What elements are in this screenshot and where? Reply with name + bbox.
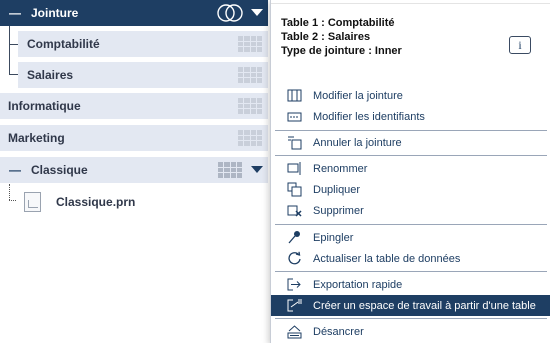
table-grid-icon [238, 67, 262, 83]
duplicate-icon [287, 182, 302, 197]
menu-item-actualiser[interactable]: Actualiser la table de données [271, 248, 550, 269]
menu-item-label: Exportation rapide [313, 278, 403, 291]
quick-export-icon [287, 278, 301, 291]
menu-item-label: Désancrer [313, 325, 364, 338]
menu-item-epingler[interactable]: Epingler [271, 227, 550, 248]
tree-connector [9, 184, 10, 200]
refresh-icon [288, 251, 301, 265]
tree-item-jointure[interactable]: — Jointure [0, 0, 268, 26]
menu-item-renommer[interactable]: Renommer [271, 158, 550, 179]
tree-item-marketing[interactable]: Marketing [0, 125, 268, 151]
menu-item-exportation-rapide[interactable]: Exportation rapide [271, 274, 550, 295]
menu-separator [275, 130, 547, 131]
tree-item-salaires[interactable]: Salaires [18, 62, 268, 88]
join-info-table2: Table 2 : Salaires [281, 31, 371, 43]
menu-item-desancrer[interactable]: Désancrer [271, 321, 550, 342]
tree-item-label: Marketing [8, 131, 65, 145]
menu-item-annuler-jointure[interactable]: Annuler la jointure [271, 132, 550, 153]
chevron-down-icon[interactable] [251, 9, 263, 16]
delete-icon [287, 205, 302, 217]
context-menu: Table 1 : Comptabilité Table 2 : Salaire… [270, 0, 550, 343]
menu-separator [275, 318, 547, 319]
menu-item-label: Actualiser la table de données [313, 252, 461, 265]
table-grid-icon [238, 98, 262, 114]
table-grid-icon [238, 36, 262, 52]
menu-item-dupliquer[interactable]: Dupliquer [271, 179, 550, 200]
file-label: Classique.prn [56, 195, 136, 209]
menu-item-label: Renommer [313, 162, 368, 175]
cancel-join-icon [288, 136, 302, 150]
menu-separator [275, 271, 547, 272]
menu-item-modifier-jointure[interactable]: Modifier la jointure [271, 85, 550, 106]
tree-connector [9, 74, 18, 75]
rename-icon [287, 162, 301, 175]
tree-item-label: Comptabilité [27, 37, 100, 51]
edit-identifiers-icon [287, 112, 302, 122]
info-button[interactable]: i [509, 36, 531, 54]
join-info: Table 1 : Comptabilité Table 2 : Salaire… [281, 16, 402, 58]
menu-item-modifier-identifiants[interactable]: Modifier les identifiants [271, 106, 550, 127]
tree-item-label: Salaires [27, 68, 74, 82]
tree-connector [9, 26, 10, 74]
tree-item-file[interactable]: Classique.prn [24, 190, 135, 214]
edit-join-icon [287, 89, 302, 102]
collapse-icon[interactable]: — [9, 163, 21, 177]
menu-item-label: Modifier la jointure [313, 89, 403, 102]
chevron-down-icon[interactable] [251, 166, 263, 173]
menu-item-label: Dupliquer [313, 183, 361, 196]
table-grid-icon [218, 162, 242, 178]
create-workspace-icon [287, 299, 302, 312]
join-venn-icon [217, 4, 243, 22]
tree-item-informatique[interactable]: Informatique [0, 93, 268, 119]
tree-connector [9, 200, 16, 201]
collapse-icon[interactable]: — [9, 6, 21, 20]
file-icon [24, 192, 41, 212]
table-grid-icon [238, 130, 262, 146]
menu-item-supprimer[interactable]: Supprimer [271, 200, 550, 221]
menu-item-label: Epingler [313, 231, 354, 244]
menu-separator [275, 224, 547, 225]
undock-icon [287, 325, 302, 339]
menu-item-label: Modifier les identifiants [313, 110, 425, 123]
menu-item-label: Annuler la jointure [313, 136, 402, 149]
join-info-type: Type de jointure : Inner [281, 45, 402, 57]
tree-panel: — Jointure Comptabilité Salaires Informa… [0, 0, 274, 343]
pin-icon [288, 231, 300, 244]
tree-item-label: Classique [31, 163, 88, 177]
tree-connector [9, 44, 18, 45]
tree-item-label: Informatique [8, 99, 81, 113]
menu-item-label: Supprimer [313, 204, 364, 217]
menu-top-border [271, 0, 550, 4]
join-info-table1: Table 1 : Comptabilité [281, 17, 395, 29]
menu-item-label: Créer un espace de travail à partir d'un… [313, 299, 536, 312]
menu-item-creer-espace-travail[interactable]: Créer un espace de travail à partir d'un… [271, 295, 550, 316]
tree-item-label: Jointure [31, 6, 79, 20]
tree-item-comptabilite[interactable]: Comptabilité [18, 31, 268, 57]
menu-separator [275, 155, 547, 156]
tree-item-classique[interactable]: — Classique [0, 157, 268, 183]
